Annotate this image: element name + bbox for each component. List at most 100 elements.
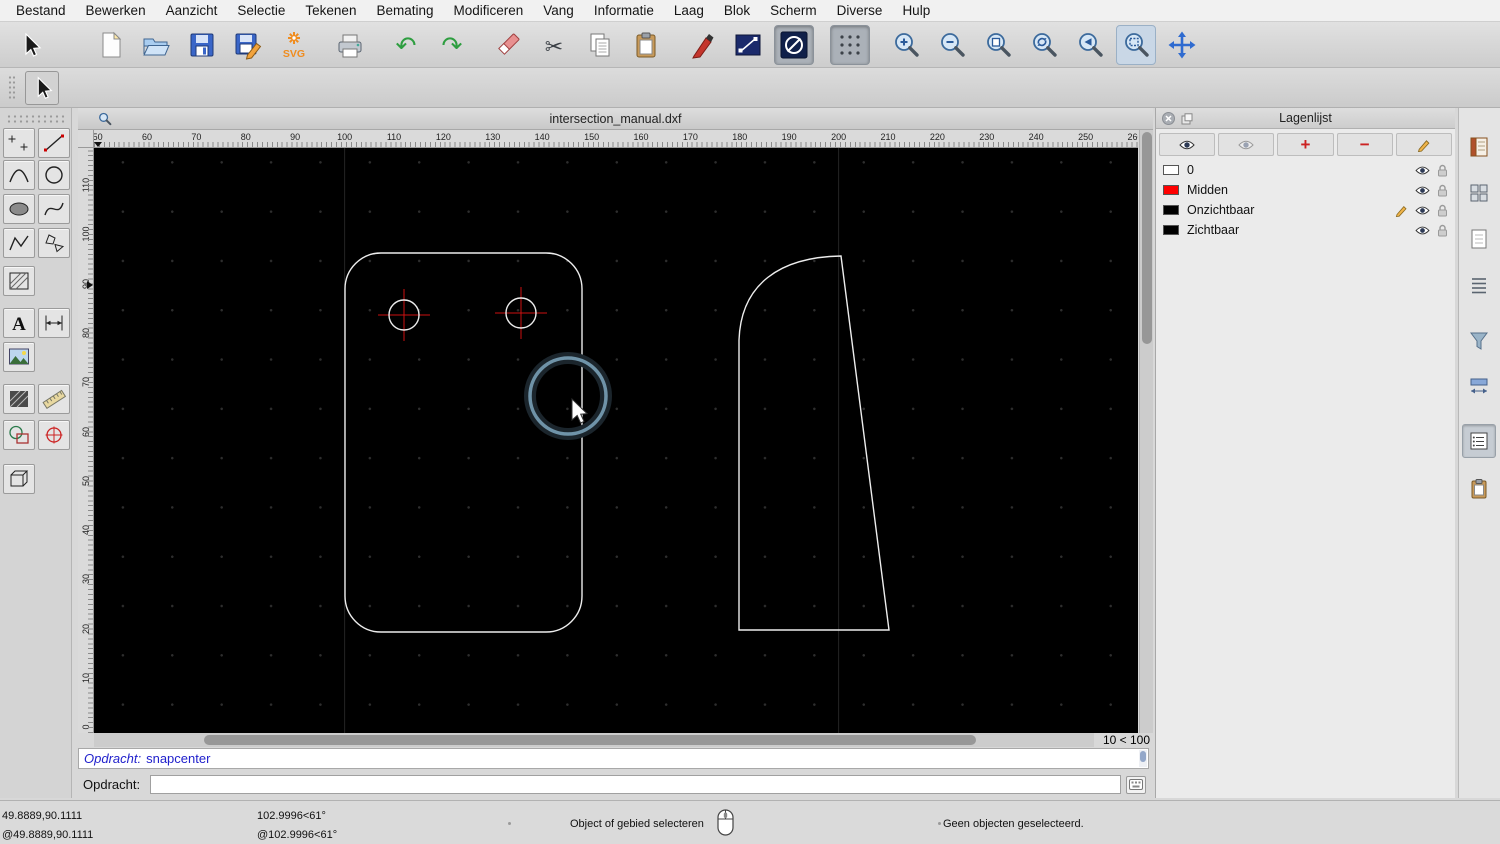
library-panel-button[interactable] xyxy=(1462,130,1496,164)
menu-informatie[interactable]: Informatie xyxy=(584,0,664,21)
layer-color-swatch[interactable] xyxy=(1163,185,1179,195)
zoom-out-button[interactable] xyxy=(932,25,972,65)
zoom-redraw-button[interactable] xyxy=(1024,25,1064,65)
layer-visibility-toggle[interactable] xyxy=(1415,205,1430,216)
layer-color-swatch[interactable] xyxy=(1163,225,1179,235)
image-tool-button[interactable] xyxy=(3,342,35,372)
copy-button[interactable] xyxy=(580,25,620,65)
drawing-window-titlebar[interactable]: intersection_manual.dxf xyxy=(78,108,1153,130)
command-keyboard-button[interactable] xyxy=(1126,775,1146,794)
zoom-window-button[interactable] xyxy=(1116,24,1156,65)
modify-tool-button[interactable] xyxy=(3,420,35,450)
svg-export-button[interactable]: SVG xyxy=(274,25,314,65)
draft-mode-button[interactable] xyxy=(774,24,814,65)
menu-bewerken[interactable]: Bewerken xyxy=(76,0,156,21)
menu-hulp[interactable]: Hulp xyxy=(892,0,940,21)
open-file-button[interactable] xyxy=(136,25,176,65)
filter-panel-button[interactable] xyxy=(1462,324,1496,358)
add-layer-button[interactable]: + xyxy=(1277,133,1334,156)
layer-list-panel-button[interactable] xyxy=(1462,424,1496,458)
menu-bemating[interactable]: Bemating xyxy=(366,0,443,21)
ellipse-tool-button[interactable] xyxy=(3,194,35,224)
cut-button[interactable]: ✂ xyxy=(534,25,574,65)
menu-modificeren[interactable]: Modificeren xyxy=(444,0,534,21)
layer-row-midden[interactable]: Midden xyxy=(1156,180,1455,200)
box3d-tool-button[interactable] xyxy=(3,464,35,494)
layer-visibility-toggle[interactable] xyxy=(1415,185,1430,196)
edit-layer-button[interactable] xyxy=(1395,133,1453,156)
select-cursor-button[interactable] xyxy=(10,25,50,65)
arc-tool-button[interactable] xyxy=(3,160,35,190)
new-file-button[interactable] xyxy=(90,25,130,65)
menu-selectie[interactable]: Selectie xyxy=(227,0,295,21)
remove-layer-button[interactable]: − xyxy=(1336,133,1393,156)
save-file-button[interactable] xyxy=(182,25,222,65)
command-history-scrollbar[interactable] xyxy=(1139,750,1147,767)
layer-color-swatch[interactable] xyxy=(1163,205,1179,215)
menu-aanzicht[interactable]: Aanzicht xyxy=(156,0,228,21)
horizontal-scroll-thumb[interactable] xyxy=(204,735,976,745)
layer-visibility-toggle[interactable] xyxy=(1415,165,1430,176)
blocks-panel-button[interactable] xyxy=(1462,176,1496,210)
text-tool-button[interactable]: A xyxy=(3,308,35,338)
show-all-layers-button[interactable] xyxy=(1159,133,1216,156)
menu-vang[interactable]: Vang xyxy=(533,0,584,21)
brush-tool-button[interactable] xyxy=(3,384,35,414)
pen-attributes-button[interactable] xyxy=(682,25,722,65)
layer-row-zichtbaar[interactable]: Zichtbaar xyxy=(1156,220,1455,240)
canvas-horizontal-scrollbar[interactable] xyxy=(94,733,1094,747)
style-panel-button[interactable] xyxy=(1462,370,1496,404)
layer-lock-toggle[interactable] xyxy=(1437,224,1448,237)
polygon-tool-button[interactable] xyxy=(38,228,70,258)
detach-panel-icon[interactable] xyxy=(1181,113,1193,128)
canvas-vertical-scrollbar[interactable] xyxy=(1139,130,1153,733)
layer-edit-button[interactable] xyxy=(1395,204,1408,217)
print-preview-button[interactable] xyxy=(330,25,370,65)
toolbar-grip[interactable] xyxy=(8,74,15,101)
vertical-scroll-thumb[interactable] xyxy=(1142,132,1152,344)
layer-row-onzichtbaar[interactable]: Onzichtbaar xyxy=(1156,200,1455,220)
save-as-button[interactable] xyxy=(228,25,268,65)
menu-blok[interactable]: Blok xyxy=(714,0,760,21)
layer-lock-toggle[interactable] xyxy=(1437,204,1448,217)
zoom-in-button[interactable] xyxy=(886,25,926,65)
layer-visibility-toggle[interactable] xyxy=(1415,225,1430,236)
measure-tool-button[interactable] xyxy=(38,384,70,414)
layer-color-swatch[interactable] xyxy=(1163,165,1179,175)
menu-laag[interactable]: Laag xyxy=(664,0,714,21)
drawing-canvas[interactable] xyxy=(94,148,1138,733)
rounded-rectangle-entity[interactable] xyxy=(344,252,583,633)
polyline-tool-button[interactable] xyxy=(3,228,35,258)
close-panel-icon[interactable] xyxy=(1162,112,1175,128)
paste-button[interactable] xyxy=(626,25,666,65)
palette-grip[interactable] xyxy=(6,114,66,124)
command-history-scroll-thumb[interactable] xyxy=(1140,751,1146,762)
grid-toggle-button[interactable] xyxy=(830,24,870,65)
zoom-previous-button[interactable] xyxy=(1070,25,1110,65)
menu-scherm[interactable]: Scherm xyxy=(760,0,827,21)
zoom-auto-button[interactable] xyxy=(978,25,1018,65)
hatch-tool-button[interactable] xyxy=(3,266,35,296)
delete-button[interactable] xyxy=(488,25,528,65)
command-input[interactable] xyxy=(150,775,1121,794)
sail-shape-entity[interactable] xyxy=(738,255,890,631)
page-panel-button[interactable] xyxy=(1462,222,1496,256)
line-attributes-button[interactable] xyxy=(728,25,768,65)
dimension-tool-button[interactable] xyxy=(38,308,70,338)
point-tool-button[interactable] xyxy=(3,128,35,158)
list-panel-button[interactable] xyxy=(1462,268,1496,302)
circle-tool-button[interactable] xyxy=(38,160,70,190)
line-tool-button[interactable] xyxy=(38,128,70,158)
hide-all-layers-button[interactable] xyxy=(1218,133,1275,156)
menu-bestand[interactable]: Bestand xyxy=(6,0,76,21)
pan-button[interactable] xyxy=(1162,25,1202,65)
undo-button[interactable]: ↶ xyxy=(386,25,426,65)
layer-row-0[interactable]: 0 xyxy=(1156,160,1455,180)
snap-tool-button[interactable] xyxy=(38,420,70,450)
layer-lock-toggle[interactable] xyxy=(1437,164,1448,177)
clipboard-panel-button[interactable] xyxy=(1462,472,1496,506)
redo-button[interactable]: ↷ xyxy=(432,25,472,65)
menu-diverse[interactable]: Diverse xyxy=(827,0,893,21)
active-select-tool-button[interactable] xyxy=(25,70,59,105)
layer-lock-toggle[interactable] xyxy=(1437,184,1448,197)
